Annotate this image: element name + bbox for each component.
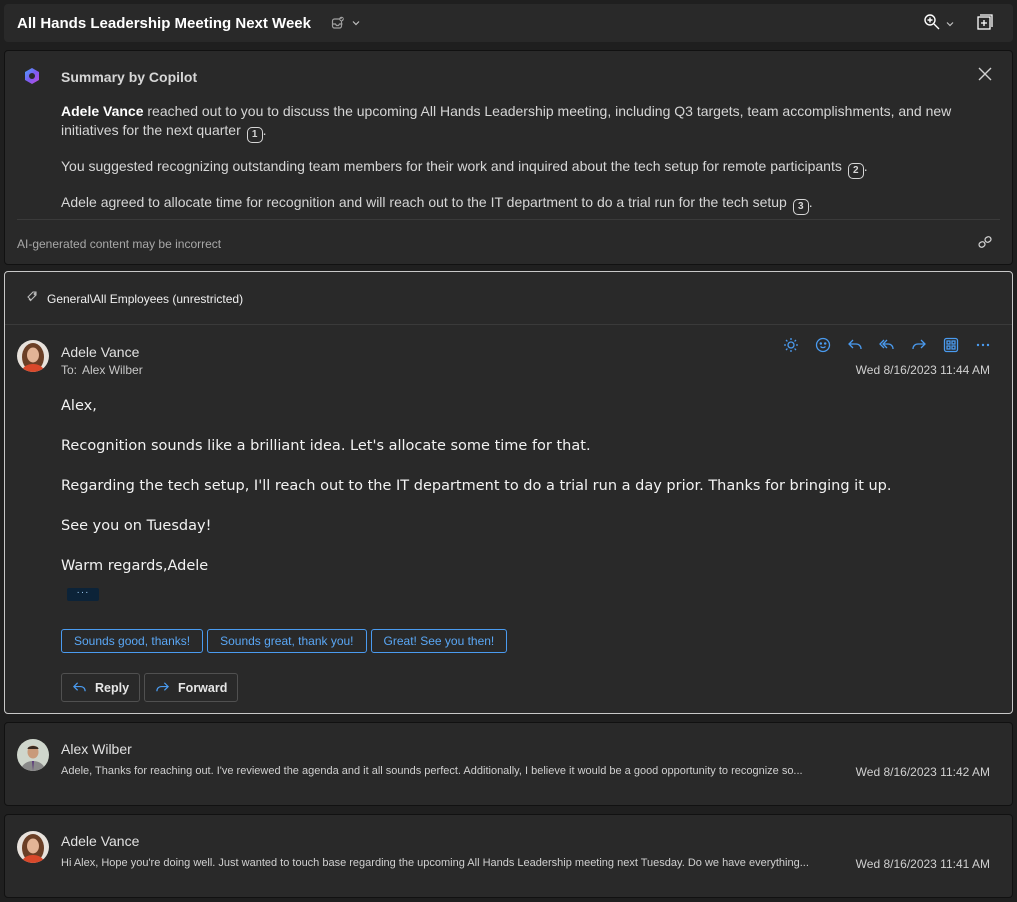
zoom-button[interactable] — [923, 13, 955, 36]
summary-sender-name: Adele Vance — [61, 103, 144, 119]
suggested-reply-button[interactable]: Sounds great, thank you! — [207, 629, 367, 653]
forward-label: Forward — [178, 680, 228, 695]
body-paragraph: Alex, — [61, 398, 97, 414]
message-date: Wed 8/16/2023 11:41 AM — [855, 857, 990, 871]
message-actions — [782, 336, 992, 354]
summary-paragraph: Adele Vance reached out to you to discus… — [61, 102, 981, 143]
apps-icon — [943, 337, 959, 353]
forward-icon — [912, 339, 926, 350]
zoom-in-icon — [923, 13, 941, 36]
chevron-down-icon — [945, 16, 955, 34]
reply-label: Reply — [95, 680, 130, 695]
tag-check-icon[interactable] — [331, 16, 345, 30]
chevron-down-icon[interactable] — [351, 18, 361, 28]
copy-link-button[interactable] — [978, 235, 992, 254]
forward-icon — [156, 682, 170, 692]
summary-body: Adele Vance reached out to you to discus… — [61, 102, 981, 229]
suggested-reply-button[interactable]: Sounds good, thanks! — [61, 629, 204, 653]
to-label: To: — [61, 363, 78, 377]
reply-all-button[interactable] — [878, 336, 896, 354]
sender-avatar — [17, 831, 49, 863]
summarize-button[interactable] — [782, 336, 800, 354]
message-date: Wed 8/16/2023 11:44 AM — [855, 363, 990, 377]
recipients: To: Alex Wilber — [61, 363, 143, 377]
forward-button[interactable] — [910, 336, 928, 354]
ai-disclaimer: AI-generated content may be incorrect — [17, 237, 222, 251]
open-in-new-window-icon — [977, 14, 993, 35]
divider — [5, 324, 1012, 325]
more-options-button[interactable] — [974, 336, 992, 354]
thread-item[interactable]: Adele Vance Hi Alex, Hope you're doing w… — [4, 814, 1013, 898]
message-date: Wed 8/16/2023 11:42 AM — [855, 765, 990, 779]
summary-text: You suggested recognizing outstanding te… — [61, 158, 842, 174]
summary-divider — [17, 219, 1000, 220]
sender-avatar — [17, 739, 49, 771]
sensitivity-text: General\All Employees (unrestricted) — [47, 291, 244, 306]
show-quoted-text-button[interactable]: ··· — [67, 588, 99, 601]
summary-paragraph: You suggested recognizing outstanding te… — [61, 157, 981, 179]
citation-badge[interactable]: 1 — [246, 127, 263, 143]
copilot-logo-icon — [23, 67, 41, 85]
subject-header: All Hands Leadership Meeting Next Week — [4, 4, 1013, 42]
sender-name: Alex Wilber — [61, 741, 132, 757]
reply-actions: Reply Forward — [61, 673, 239, 702]
apps-button[interactable] — [942, 336, 960, 354]
emoji-react-icon — [815, 337, 831, 353]
react-button[interactable] — [814, 336, 832, 354]
body-paragraph: Recognition sounds like a brilliant idea… — [61, 438, 591, 454]
copilot-summary-card: Summary by Copilot Adele Vance reached o… — [4, 50, 1013, 265]
recipient-name[interactable]: Alex Wilber — [82, 363, 143, 377]
citation-badge[interactable]: 3 — [792, 199, 809, 215]
body-paragraph: See you on Tuesday! — [61, 518, 212, 534]
summary-text: Adele agreed to allocate time for recogn… — [61, 194, 787, 210]
reply-icon — [73, 682, 86, 692]
suggested-replies: Sounds good, thanks! Sounds great, thank… — [61, 629, 508, 653]
link-icon — [978, 236, 992, 248]
reply-all-icon — [879, 339, 894, 350]
body-paragraph: Warm regards,Adele — [61, 558, 209, 574]
sender-name[interactable]: Adele Vance — [61, 344, 139, 360]
sensitivity-tag-icon — [27, 291, 39, 306]
message-preview: Adele, Thanks for reaching out. I've rev… — [61, 765, 803, 777]
message-body: Alex, Recognition sounds like a brillian… — [61, 396, 892, 596]
summary-text: reached out to you to discuss the upcomi… — [61, 103, 952, 138]
close-summary-button[interactable] — [978, 67, 992, 86]
summary-paragraph: Adele agreed to allocate time for recogn… — [61, 193, 981, 215]
close-icon — [978, 67, 992, 81]
reply-button[interactable]: Reply — [61, 673, 141, 702]
open-in-new-window-button[interactable] — [977, 14, 993, 35]
sender-name: Adele Vance — [61, 833, 140, 849]
expanded-message: General\All Employees (unrestricted) Ade… — [4, 271, 1013, 714]
summary-title: Summary by Copilot — [61, 69, 198, 85]
reply-button[interactable] — [846, 336, 864, 354]
sender-avatar[interactable] — [17, 340, 49, 372]
citation-badge[interactable]: 2 — [847, 163, 864, 179]
message-preview: Hi Alex, Hope you're doing well. Just wa… — [61, 857, 809, 869]
sensitivity-label[interactable]: General\All Employees (unrestricted) — [27, 291, 243, 306]
more-options-icon — [976, 343, 990, 347]
email-subject: All Hands Leadership Meeting Next Week — [17, 14, 311, 32]
summarize-icon — [784, 338, 798, 352]
thread-item[interactable]: Alex Wilber Adele, Thanks for reaching o… — [4, 722, 1013, 806]
forward-button[interactable]: Forward — [144, 673, 239, 702]
suggested-reply-button[interactable]: Great! See you then! — [370, 629, 508, 653]
body-paragraph: Regarding the tech setup, I'll reach out… — [61, 478, 892, 494]
reply-icon — [848, 339, 862, 350]
